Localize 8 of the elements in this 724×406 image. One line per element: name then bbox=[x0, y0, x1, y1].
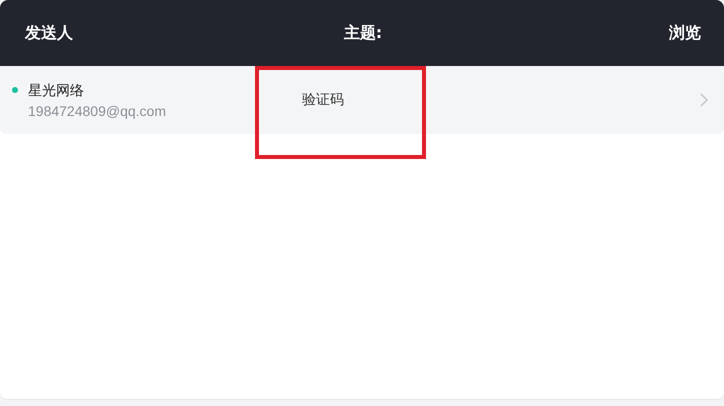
view-heading: 浏览 bbox=[668, 22, 701, 44]
sender-email: 1984724809@qq.com bbox=[28, 102, 166, 118]
subject-text: 验证码 bbox=[302, 91, 344, 109]
chevron-right-icon[interactable] bbox=[700, 93, 708, 107]
sender-name: 星光网络 bbox=[28, 82, 85, 100]
sender-heading: 发送人 bbox=[25, 22, 73, 44]
subject-heading: 主题: bbox=[344, 22, 382, 44]
message-row[interactable]: 星光网络 1984724809@qq.com 验证码 bbox=[0, 66, 724, 134]
